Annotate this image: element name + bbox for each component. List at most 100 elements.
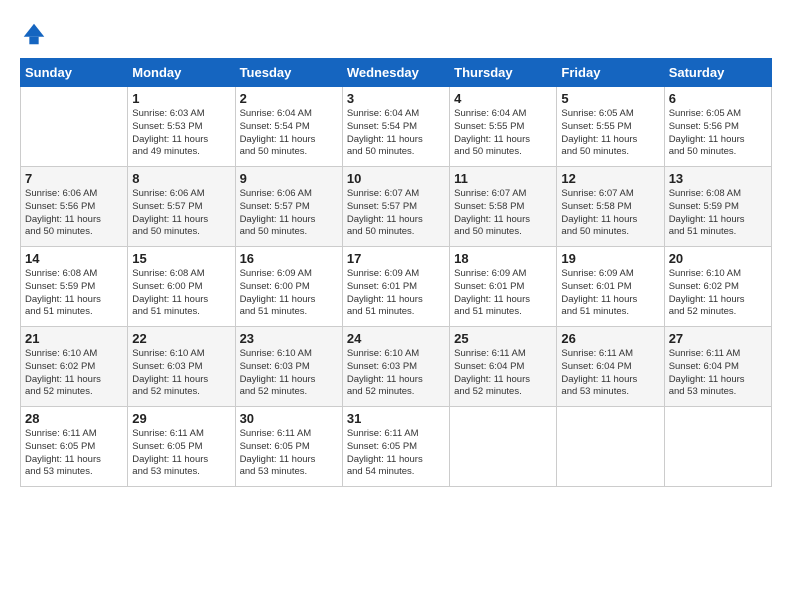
day-number: 29	[132, 411, 230, 426]
day-number: 26	[561, 331, 659, 346]
day-number: 27	[669, 331, 767, 346]
calendar-cell	[450, 407, 557, 487]
calendar-cell: 13 Sunrise: 6:08 AM Sunset: 5:59 PM Dayli…	[664, 167, 771, 247]
day-info: Sunrise: 6:09 AM Sunset: 6:00 PM Dayligh…	[240, 268, 338, 319]
day-number: 24	[347, 331, 445, 346]
calendar-week-row: 28 Sunrise: 6:11 AM Sunset: 6:05 PM Dayli…	[21, 407, 772, 487]
day-info: Sunrise: 6:09 AM Sunset: 6:01 PM Dayligh…	[561, 268, 659, 319]
day-info: Sunrise: 6:06 AM Sunset: 5:57 PM Dayligh…	[132, 188, 230, 239]
calendar-cell: 6 Sunrise: 6:05 AM Sunset: 5:56 PM Daylig…	[664, 87, 771, 167]
day-info: Sunrise: 6:11 AM Sunset: 6:05 PM Dayligh…	[132, 428, 230, 479]
calendar-cell	[557, 407, 664, 487]
column-header-wednesday: Wednesday	[342, 59, 449, 87]
day-number: 6	[669, 91, 767, 106]
day-info: Sunrise: 6:06 AM Sunset: 5:56 PM Dayligh…	[25, 188, 123, 239]
column-header-thursday: Thursday	[450, 59, 557, 87]
calendar-cell: 19Sunrise: 6:09 AM Sunset: 6:01 PM Dayli…	[557, 247, 664, 327]
day-info: Sunrise: 6:09 AM Sunset: 6:01 PM Dayligh…	[347, 268, 445, 319]
calendar-cell: 12 Sunrise: 6:07 AM Sunset: 5:58 PM Dayli…	[557, 167, 664, 247]
day-info: Sunrise: 6:05 AM Sunset: 5:56 PM Dayligh…	[669, 108, 767, 159]
day-number: 8	[132, 171, 230, 186]
calendar-cell: 9 Sunrise: 6:06 AM Sunset: 5:57 PM Daylig…	[235, 167, 342, 247]
day-number: 30	[240, 411, 338, 426]
calendar-week-row: 14 Sunrise: 6:08 AM Sunset: 5:59 PM Dayli…	[21, 247, 772, 327]
day-info: Sunrise: 6:08 AM Sunset: 5:59 PM Dayligh…	[669, 188, 767, 239]
day-info: Sunrise: 6:04 AM Sunset: 5:54 PM Dayligh…	[347, 108, 445, 159]
day-info: Sunrise: 6:10 AM Sunset: 6:03 PM Dayligh…	[347, 348, 445, 399]
logo-icon	[20, 20, 48, 48]
calendar-week-row: 1 Sunrise: 6:03 AM Sunset: 5:53 PM Daylig…	[21, 87, 772, 167]
calendar-cell: 1 Sunrise: 6:03 AM Sunset: 5:53 PM Daylig…	[128, 87, 235, 167]
day-info: Sunrise: 6:03 AM Sunset: 5:53 PM Dayligh…	[132, 108, 230, 159]
day-number: 3	[347, 91, 445, 106]
day-number: 20	[669, 251, 767, 266]
calendar-week-row: 21Sunrise: 6:10 AM Sunset: 6:02 PM Dayli…	[21, 327, 772, 407]
column-header-tuesday: Tuesday	[235, 59, 342, 87]
calendar-cell: 10 Sunrise: 6:07 AM Sunset: 5:57 PM Dayli…	[342, 167, 449, 247]
calendar-cell	[21, 87, 128, 167]
calendar-week-row: 7 Sunrise: 6:06 AM Sunset: 5:56 PM Daylig…	[21, 167, 772, 247]
calendar-cell: 23 Sunrise: 6:10 AM Sunset: 6:03 PM Dayli…	[235, 327, 342, 407]
day-info: Sunrise: 6:08 AM Sunset: 6:00 PM Dayligh…	[132, 268, 230, 319]
day-info: Sunrise: 6:11 AM Sunset: 6:04 PM Dayligh…	[454, 348, 552, 399]
calendar-cell: 22 Sunrise: 6:10 AM Sunset: 6:03 PM Dayli…	[128, 327, 235, 407]
day-number: 23	[240, 331, 338, 346]
day-number: 13	[669, 171, 767, 186]
day-info: Sunrise: 6:07 AM Sunset: 5:58 PM Dayligh…	[561, 188, 659, 239]
day-info: Sunrise: 6:11 AM Sunset: 6:04 PM Dayligh…	[669, 348, 767, 399]
day-info: Sunrise: 6:10 AM Sunset: 6:03 PM Dayligh…	[132, 348, 230, 399]
day-number: 2	[240, 91, 338, 106]
day-info: Sunrise: 6:10 AM Sunset: 6:03 PM Dayligh…	[240, 348, 338, 399]
calendar-cell: 28 Sunrise: 6:11 AM Sunset: 6:05 PM Dayli…	[21, 407, 128, 487]
calendar-cell: 16 Sunrise: 6:09 AM Sunset: 6:00 PM Dayli…	[235, 247, 342, 327]
day-number: 9	[240, 171, 338, 186]
day-info: Sunrise: 6:11 AM Sunset: 6:05 PM Dayligh…	[240, 428, 338, 479]
day-info: Sunrise: 6:11 AM Sunset: 6:05 PM Dayligh…	[25, 428, 123, 479]
day-info: Sunrise: 6:04 AM Sunset: 5:54 PM Dayligh…	[240, 108, 338, 159]
day-number: 22	[132, 331, 230, 346]
calendar-cell: 5 Sunrise: 6:05 AM Sunset: 5:55 PM Daylig…	[557, 87, 664, 167]
day-info: Sunrise: 6:05 AM Sunset: 5:55 PM Dayligh…	[561, 108, 659, 159]
day-number: 7	[25, 171, 123, 186]
day-number: 28	[25, 411, 123, 426]
day-number: 18	[454, 251, 552, 266]
day-number: 12	[561, 171, 659, 186]
logo	[20, 20, 52, 48]
day-info: Sunrise: 6:04 AM Sunset: 5:55 PM Dayligh…	[454, 108, 552, 159]
calendar-cell: 3 Sunrise: 6:04 AM Sunset: 5:54 PM Daylig…	[342, 87, 449, 167]
calendar-cell: 24 Sunrise: 6:10 AM Sunset: 6:03 PM Dayli…	[342, 327, 449, 407]
day-info: Sunrise: 6:10 AM Sunset: 6:02 PM Dayligh…	[25, 348, 123, 399]
day-info: Sunrise: 6:06 AM Sunset: 5:57 PM Dayligh…	[240, 188, 338, 239]
calendar-cell: 2 Sunrise: 6:04 AM Sunset: 5:54 PM Daylig…	[235, 87, 342, 167]
calendar-cell: 8 Sunrise: 6:06 AM Sunset: 5:57 PM Daylig…	[128, 167, 235, 247]
calendar-table: SundayMondayTuesdayWednesdayThursdayFrid…	[20, 58, 772, 487]
calendar-cell: 29 Sunrise: 6:11 AM Sunset: 6:05 PM Dayli…	[128, 407, 235, 487]
day-number: 5	[561, 91, 659, 106]
calendar-cell	[664, 407, 771, 487]
day-number: 11	[454, 171, 552, 186]
calendar-cell: 18 Sunrise: 6:09 AM Sunset: 6:01 PM Dayli…	[450, 247, 557, 327]
calendar-cell: 26 Sunrise: 6:11 AM Sunset: 6:04 PM Dayli…	[557, 327, 664, 407]
day-number: 1	[132, 91, 230, 106]
calendar-cell: 14 Sunrise: 6:08 AM Sunset: 5:59 PM Dayli…	[21, 247, 128, 327]
calendar-cell: 7 Sunrise: 6:06 AM Sunset: 5:56 PM Daylig…	[21, 167, 128, 247]
day-number: 15	[132, 251, 230, 266]
calendar-cell: 17 Sunrise: 6:09 AM Sunset: 6:01 PM Dayli…	[342, 247, 449, 327]
calendar-cell: 4 Sunrise: 6:04 AM Sunset: 5:55 PM Daylig…	[450, 87, 557, 167]
day-info: Sunrise: 6:11 AM Sunset: 6:04 PM Dayligh…	[561, 348, 659, 399]
day-number: 17	[347, 251, 445, 266]
day-info: Sunrise: 6:09 AM Sunset: 6:01 PM Dayligh…	[454, 268, 552, 319]
day-info: Sunrise: 6:11 AM Sunset: 6:05 PM Dayligh…	[347, 428, 445, 479]
calendar-cell: 11Sunrise: 6:07 AM Sunset: 5:58 PM Dayli…	[450, 167, 557, 247]
day-number: 14	[25, 251, 123, 266]
day-number: 31	[347, 411, 445, 426]
day-number: 16	[240, 251, 338, 266]
column-header-saturday: Saturday	[664, 59, 771, 87]
calendar-cell: 30 Sunrise: 6:11 AM Sunset: 6:05 PM Dayli…	[235, 407, 342, 487]
column-header-sunday: Sunday	[21, 59, 128, 87]
day-number: 10	[347, 171, 445, 186]
calendar-cell: 27 Sunrise: 6:11 AM Sunset: 6:04 PM Dayli…	[664, 327, 771, 407]
day-info: Sunrise: 6:07 AM Sunset: 5:57 PM Dayligh…	[347, 188, 445, 239]
day-number: 4	[454, 91, 552, 106]
day-info: Sunrise: 6:08 AM Sunset: 5:59 PM Dayligh…	[25, 268, 123, 319]
